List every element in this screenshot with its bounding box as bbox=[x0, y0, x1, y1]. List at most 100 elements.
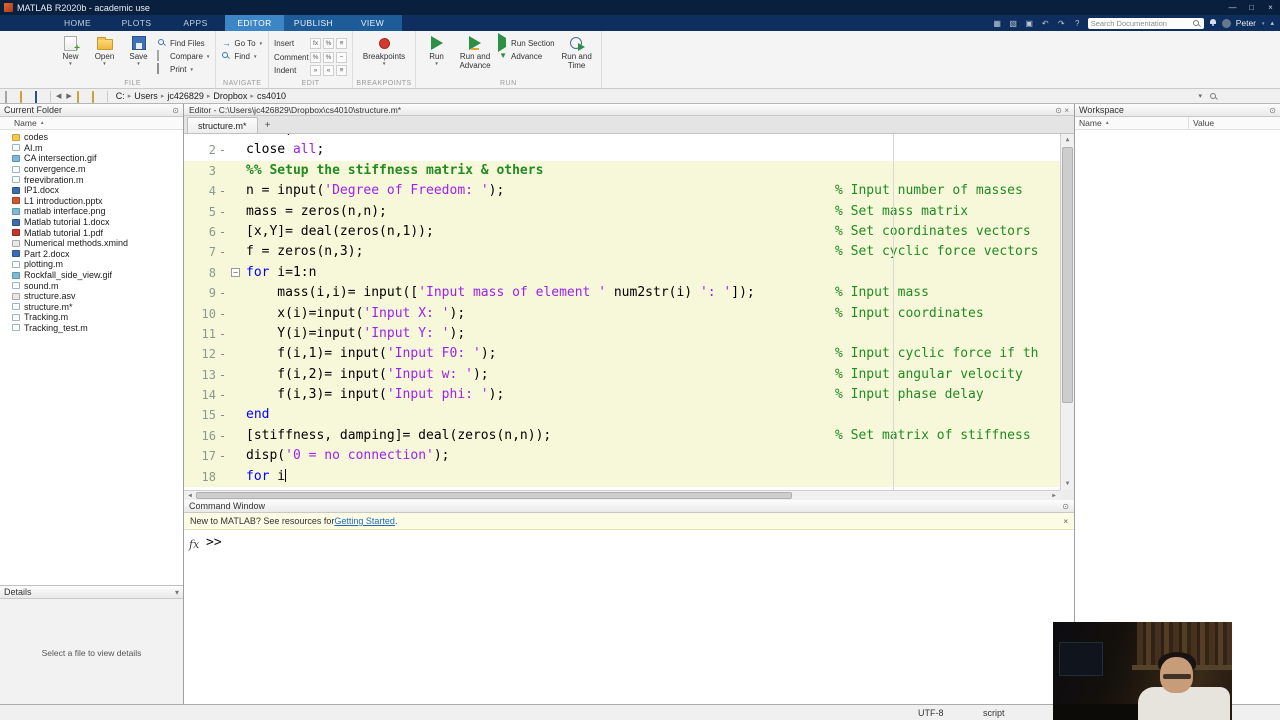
line-gutter[interactable]: 8− bbox=[184, 263, 246, 283]
code-line-18[interactable]: 18 for i bbox=[184, 466, 1060, 488]
file-item[interactable]: Tracking_test.m bbox=[0, 323, 183, 334]
line-gutter[interactable]: 5- bbox=[184, 202, 246, 222]
code-line-16[interactable]: 16- [stiffness, damping]= deal(zeros(n,n)… bbox=[184, 425, 1060, 447]
tab-structure-m[interactable]: structure.m* bbox=[187, 117, 258, 133]
line-gutter[interactable]: 13- bbox=[184, 365, 246, 385]
insert-function-icon[interactable]: fx bbox=[310, 37, 322, 49]
scroll-down-icon[interactable]: ▼ bbox=[1061, 478, 1074, 490]
comment-icon[interactable]: % bbox=[310, 51, 322, 63]
wrap-comments-icon[interactable]: − bbox=[336, 51, 348, 63]
line-gutter[interactable]: 10- bbox=[184, 304, 246, 324]
line-gutter[interactable]: 14- bbox=[184, 385, 246, 405]
command-prompt[interactable]: >> bbox=[206, 535, 222, 550]
scroll-right-icon[interactable]: ▶ bbox=[1048, 491, 1060, 500]
breadcrumb-segment[interactable]: Dropbox bbox=[210, 91, 250, 101]
horizontal-scrollbar[interactable]: ◀ ▶ bbox=[184, 490, 1060, 500]
file-item[interactable]: IP1.docx bbox=[0, 185, 183, 196]
file-item[interactable]: Numerical methods.xmind bbox=[0, 238, 183, 249]
code-line-6[interactable]: 6- [x,Y]= deal(zeros(n,1));% Set coordina… bbox=[184, 221, 1060, 243]
code-line-13[interactable]: 13- f(i,2)= input('Input w: '); % Input a… bbox=[184, 364, 1060, 386]
file-item[interactable]: Tracking.m bbox=[0, 312, 183, 323]
breadcrumb-segment[interactable]: Users bbox=[131, 91, 161, 101]
line-gutter[interactable]: 15- bbox=[184, 405, 246, 425]
run-dropdown-icon[interactable]: ▼ bbox=[434, 61, 438, 66]
new-dropdown-icon[interactable]: ▼ bbox=[68, 61, 72, 66]
path-dropdown-icon[interactable]: ▾ bbox=[1198, 92, 1202, 100]
code-line-3[interactable]: 3 %% Setup the stiffness matrix & others bbox=[184, 160, 1060, 182]
panel-menu-icon[interactable]: ⊙ bbox=[172, 106, 179, 115]
print-dropdown-icon[interactable]: ▼ bbox=[189, 67, 193, 72]
notice-close-icon[interactable]: × bbox=[1063, 517, 1068, 526]
command-window-menu-icon[interactable]: ⊙ bbox=[1062, 502, 1069, 511]
user-menu-chevron-icon[interactable]: ▼ bbox=[1261, 21, 1265, 26]
code-line-11[interactable]: 11- Y(i)=input('Input Y: '); bbox=[184, 323, 1060, 345]
horizontal-scrollbar-thumb[interactable] bbox=[196, 492, 792, 499]
collapse-ribbon-icon[interactable]: ▴ bbox=[1270, 19, 1274, 27]
compare-dropdown-icon[interactable]: ▼ bbox=[206, 54, 210, 59]
go-to-dropdown-icon[interactable]: ▼ bbox=[259, 41, 263, 46]
line-gutter[interactable]: 11- bbox=[184, 324, 246, 344]
file-item[interactable]: CA intersection.gif bbox=[0, 153, 183, 164]
breadcrumb-segment[interactable]: C: bbox=[113, 91, 128, 101]
fold-collapse-icon[interactable]: − bbox=[231, 267, 240, 277]
file-item[interactable]: structure.m* bbox=[0, 302, 183, 313]
file-item[interactable]: plotting.m bbox=[0, 259, 183, 270]
back-button[interactable]: ◀ bbox=[56, 92, 61, 100]
save-dropdown-icon[interactable]: ▼ bbox=[136, 61, 140, 66]
go-to-button[interactable]: → Go To ▼ bbox=[221, 37, 263, 49]
search-folder-icon[interactable] bbox=[1209, 92, 1218, 101]
search-documentation-input[interactable]: Search Documentation bbox=[1087, 17, 1204, 29]
file-item[interactable]: Part 2.docx bbox=[0, 249, 183, 260]
code-line-9[interactable]: 9- mass(i,i)= input(['Input mass of elem… bbox=[184, 283, 1060, 304]
forward-button[interactable]: ▶ bbox=[66, 92, 71, 100]
ribbon-tab-plots[interactable]: PLOTS bbox=[107, 15, 166, 31]
run-button[interactable]: Run ▼ bbox=[421, 33, 452, 77]
open-button[interactable]: Open ▼ bbox=[89, 33, 120, 77]
code-line-2[interactable]: 2- close all; bbox=[184, 140, 1060, 160]
code-line-15[interactable]: 15- end bbox=[184, 405, 1060, 426]
editor-menu-icon[interactable]: ⊙ bbox=[1055, 106, 1062, 115]
new-button[interactable]: New ▼ bbox=[55, 33, 86, 77]
redo-icon[interactable]: ↷ bbox=[1056, 19, 1067, 28]
code-line-10[interactable]: 10- x(i)=input('Input X: '); % Input coor… bbox=[184, 303, 1060, 324]
browse-folder-icon[interactable] bbox=[91, 90, 102, 103]
line-gutter[interactable]: 4- bbox=[184, 181, 246, 201]
save-icon[interactable]: ▦ bbox=[992, 19, 1003, 28]
line-gutter[interactable]: 2- bbox=[184, 140, 246, 160]
ribbon-tab-editor[interactable]: EDITOR bbox=[225, 15, 284, 31]
new-script-icon[interactable] bbox=[5, 90, 15, 103]
cut-icon[interactable]: ▧ bbox=[1008, 19, 1019, 28]
quick-save-icon[interactable] bbox=[35, 90, 45, 103]
file-item[interactable]: Rockfall_side_view.gif bbox=[0, 270, 183, 281]
find-button[interactable]: Find ▼ bbox=[221, 50, 263, 62]
file-list-header[interactable]: Name ▲ bbox=[0, 117, 183, 130]
code-line-8[interactable]: 8− for i=1:n bbox=[184, 262, 1060, 284]
ribbon-tab-apps[interactable]: APPS bbox=[166, 15, 225, 31]
vertical-scrollbar[interactable]: ▲ ▼ bbox=[1060, 134, 1074, 490]
run-and-advance-button[interactable]: Run and Advance bbox=[455, 33, 495, 77]
file-item[interactable]: AI.m bbox=[0, 143, 183, 154]
file-item[interactable]: matlab interface.png bbox=[0, 206, 183, 217]
editor-close-icon[interactable]: × bbox=[1064, 106, 1069, 115]
copy-icon[interactable]: ▣ bbox=[1024, 19, 1035, 28]
scroll-left-icon[interactable]: ◀ bbox=[184, 491, 196, 500]
find-files-button[interactable]: Find Files bbox=[157, 37, 210, 49]
notifications-bell-icon[interactable] bbox=[1209, 19, 1217, 27]
smart-indent-icon[interactable]: ≡ bbox=[336, 65, 348, 77]
file-item[interactable]: structure.asv bbox=[0, 291, 183, 302]
line-gutter[interactable]: 3 bbox=[184, 161, 246, 181]
getting-started-link[interactable]: Getting Started bbox=[334, 516, 395, 526]
code-line-4[interactable]: 4-n = input('Degree of Freedom: ');% Inp… bbox=[184, 181, 1060, 202]
ribbon-tab-home[interactable]: HOME bbox=[48, 15, 107, 31]
ribbon-tab-publish[interactable]: PUBLISH bbox=[284, 15, 343, 31]
advance-button[interactable]: ▼ Advance bbox=[498, 50, 555, 62]
open-file-icon[interactable] bbox=[20, 90, 30, 103]
user-avatar[interactable] bbox=[1221, 18, 1231, 28]
undo-icon[interactable]: ↶ bbox=[1040, 19, 1051, 28]
line-gutter[interactable]: 6- bbox=[184, 222, 246, 242]
breadcrumb-segment[interactable]: cs4010 bbox=[254, 91, 289, 101]
breakpoints-dropdown-icon[interactable]: ▼ bbox=[382, 61, 386, 66]
compare-button[interactable]: Compare ▼ bbox=[157, 50, 210, 62]
line-gutter[interactable]: 9- bbox=[184, 283, 246, 303]
new-tab-button[interactable]: + bbox=[260, 118, 276, 133]
